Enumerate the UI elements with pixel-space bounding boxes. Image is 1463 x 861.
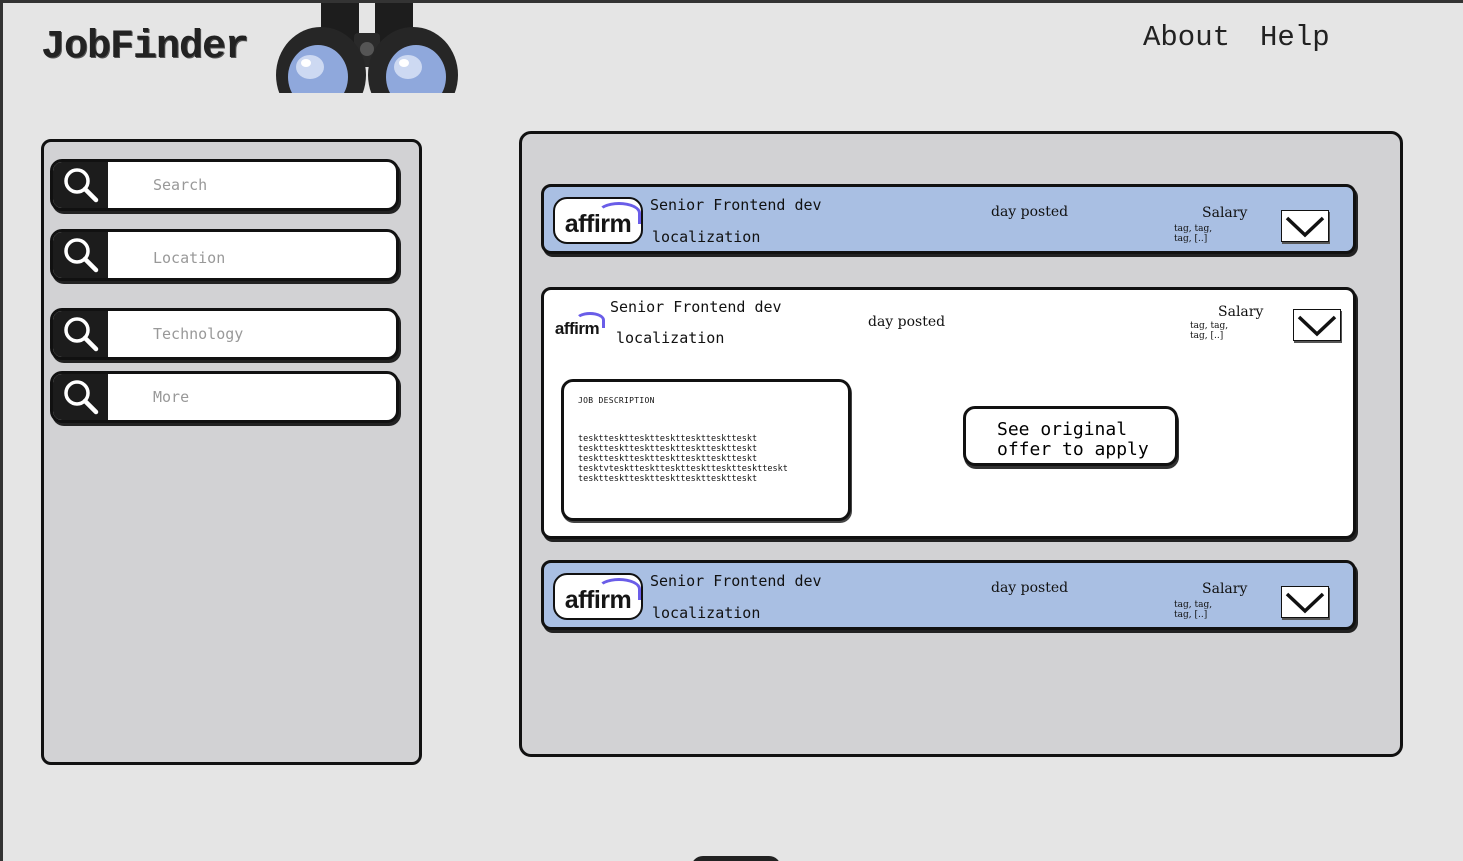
company-logo: affirm bbox=[548, 310, 606, 340]
filter-sidebar bbox=[41, 139, 422, 765]
job-tags: tag, tag, tag, [..] bbox=[1174, 600, 1213, 620]
job-title: Senior Frontend dev bbox=[610, 298, 782, 316]
job-day-posted: day posted bbox=[991, 580, 1069, 596]
job-salary: Salary bbox=[1202, 581, 1248, 597]
job-description-text: teskttesktteskttesktteskttesktteskt tesk… bbox=[578, 434, 788, 484]
app-logo-text: JobFinder bbox=[41, 25, 249, 70]
top-nav: About Help bbox=[1143, 21, 1330, 54]
expand-chevron-button[interactable] bbox=[1281, 210, 1329, 242]
job-location: localization bbox=[652, 604, 761, 622]
company-name: affirm bbox=[554, 319, 600, 338]
company-name: affirm bbox=[564, 210, 632, 238]
job-day-posted: day posted bbox=[868, 314, 946, 330]
see-original-offer-button[interactable]: See original offer to apply bbox=[963, 406, 1178, 466]
job-results-panel: affirm Senior Frontend dev localization … bbox=[519, 131, 1403, 757]
job-card-expanded[interactable]: affirm Senior Frontend dev localization … bbox=[541, 287, 1356, 539]
search-icon[interactable] bbox=[53, 374, 108, 420]
job-day-posted: day posted bbox=[991, 204, 1069, 220]
job-title: Senior Frontend dev bbox=[650, 572, 822, 590]
job-salary: Salary bbox=[1202, 205, 1248, 221]
job-salary: Salary bbox=[1218, 304, 1264, 320]
search-icon[interactable] bbox=[53, 311, 108, 357]
company-logo: affirm bbox=[553, 197, 643, 244]
binoculars-icon bbox=[276, 3, 458, 93]
bottom-handle[interactable] bbox=[691, 856, 781, 861]
job-card[interactable]: affirm Senior Frontend dev localization … bbox=[541, 184, 1356, 254]
nav-about-link[interactable]: About bbox=[1143, 21, 1230, 54]
chevron-down-icon bbox=[1297, 315, 1337, 337]
search-icon[interactable] bbox=[53, 162, 108, 208]
job-description-box: JOB DESCRIPTION tesktteskttesktteskttesk… bbox=[561, 379, 851, 521]
job-title: Senior Frontend dev bbox=[650, 196, 822, 214]
search-input[interactable] bbox=[153, 162, 393, 208]
company-name: affirm bbox=[564, 586, 632, 614]
job-location: localization bbox=[652, 228, 761, 246]
job-tags: tag, tag, tag, [..] bbox=[1174, 224, 1213, 244]
job-card[interactable]: affirm Senior Frontend dev localization … bbox=[541, 560, 1356, 630]
expand-chevron-button[interactable] bbox=[1281, 586, 1329, 618]
search-filter bbox=[50, 159, 399, 211]
chevron-down-icon bbox=[1285, 592, 1325, 614]
location-filter bbox=[50, 229, 399, 281]
nav-help-link[interactable]: Help bbox=[1260, 21, 1330, 54]
chevron-down-icon bbox=[1285, 216, 1325, 238]
job-tags: tag, tag, tag, [..] bbox=[1190, 321, 1229, 341]
search-icon[interactable] bbox=[53, 232, 108, 278]
location-input[interactable] bbox=[153, 235, 393, 278]
more-filter bbox=[50, 371, 399, 423]
company-logo: affirm bbox=[553, 573, 643, 620]
job-description-title: JOB DESCRIPTION bbox=[578, 396, 655, 405]
more-input[interactable] bbox=[153, 374, 393, 420]
technology-input[interactable] bbox=[153, 311, 393, 357]
technology-filter bbox=[50, 308, 399, 360]
collapse-chevron-button[interactable] bbox=[1293, 309, 1341, 341]
job-location: localization bbox=[616, 329, 725, 347]
